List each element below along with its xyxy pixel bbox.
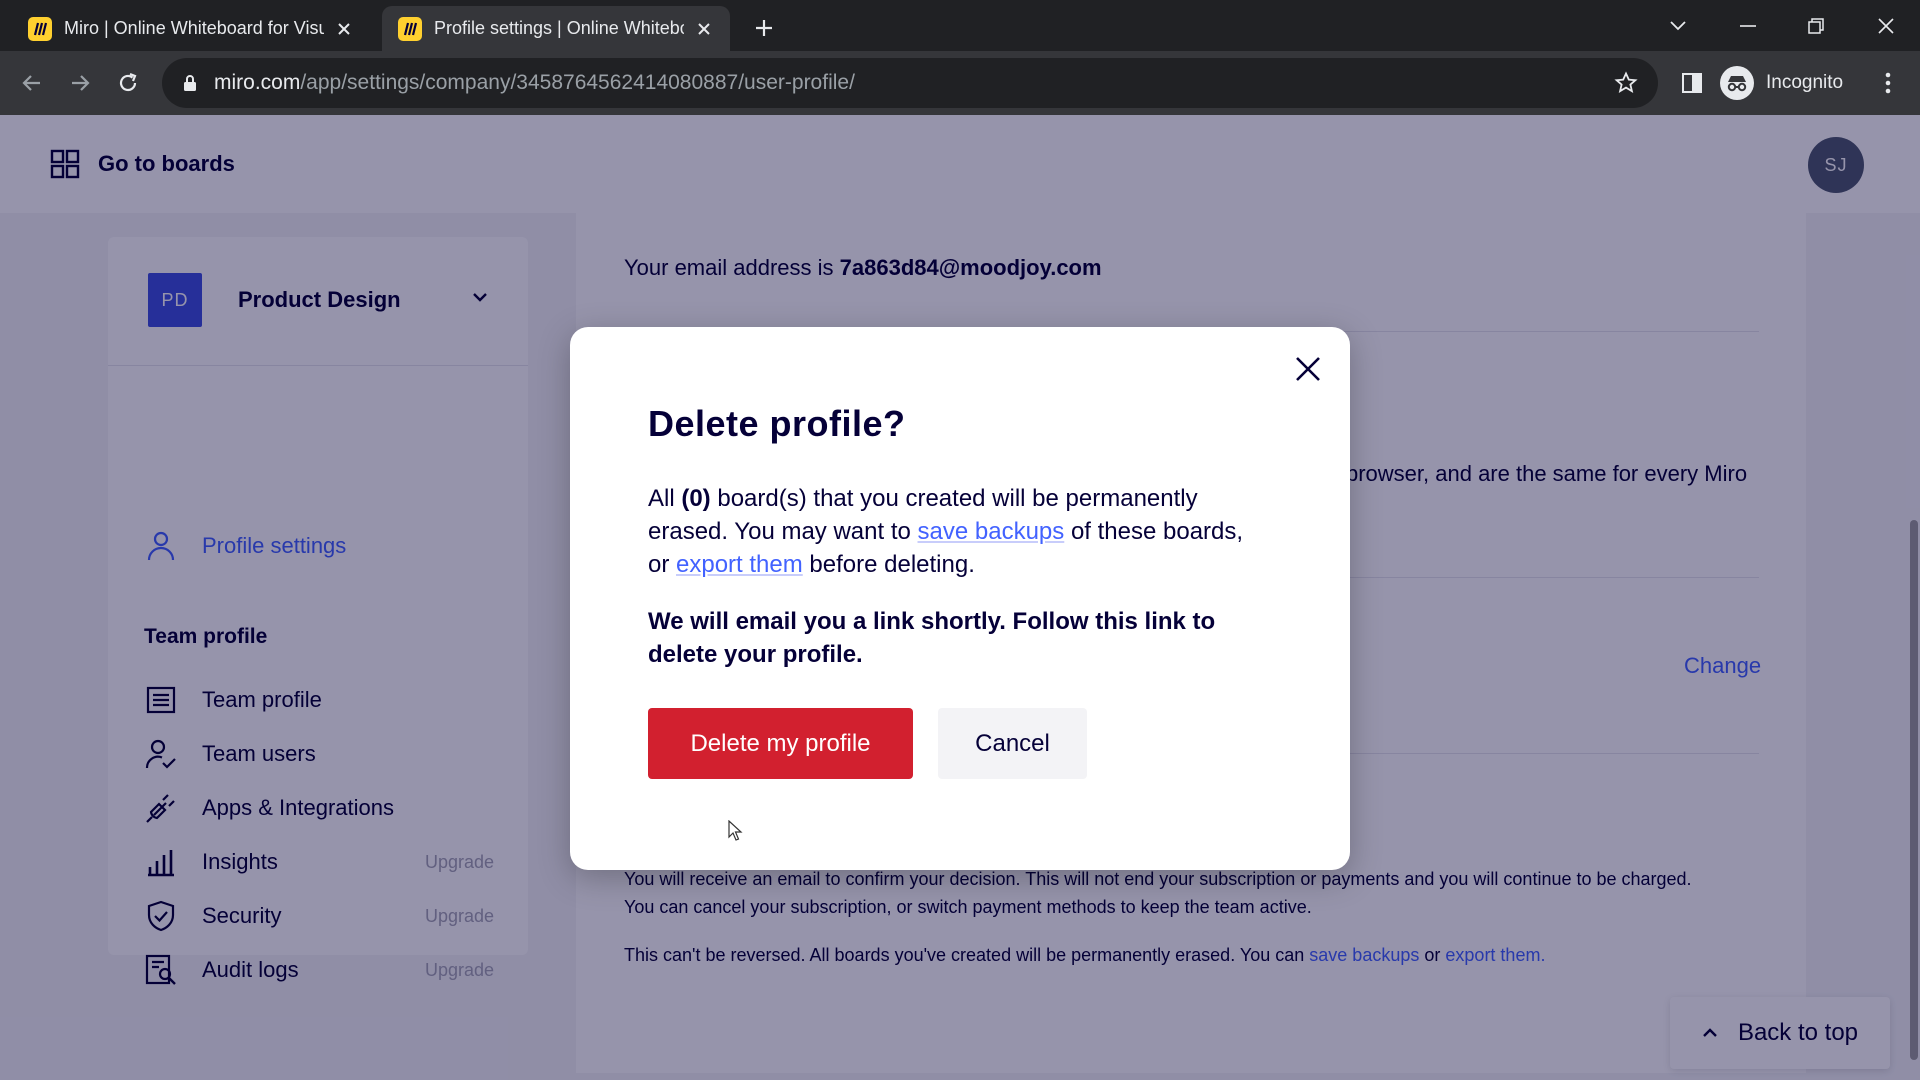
close-window-icon[interactable] — [1866, 8, 1906, 44]
url-path: /app/settings/company/345876456241408088… — [300, 71, 855, 94]
dialog-title: Delete profile? — [648, 403, 906, 444]
miro-logo-icon — [28, 16, 52, 41]
mouse-cursor-icon — [728, 820, 743, 841]
tab-search-icon[interactable] — [1658, 8, 1698, 44]
reload-icon[interactable] — [110, 65, 146, 101]
restore-icon[interactable] — [1796, 8, 1836, 44]
back-arrow-icon[interactable] — [14, 65, 50, 101]
board-count: (0) — [681, 485, 711, 512]
address-bar[interactable]: miro.com/app/settings/company/3458764562… — [162, 58, 1658, 108]
delete-my-profile-button[interactable]: Delete my profile — [648, 708, 913, 779]
side-panel-icon[interactable] — [1674, 65, 1710, 101]
dialog-notice: We will email you a link shortly. Follow… — [648, 608, 1216, 668]
close-tab-icon[interactable] — [332, 17, 356, 41]
minimize-icon[interactable] — [1728, 8, 1768, 44]
url-text: miro.com/app/settings/company/3458764562… — [214, 71, 855, 95]
url-host: miro.com — [214, 71, 301, 94]
browser-toolbar: miro.com/app/settings/company/3458764562… — [0, 51, 1920, 115]
forward-arrow-icon[interactable] — [62, 65, 98, 101]
delete-profile-dialog: Delete profile? All (0) board(s) that yo… — [570, 327, 1350, 870]
dialog-body-text: before deleting. — [809, 551, 975, 578]
bookmark-star-icon[interactable] — [1614, 71, 1638, 95]
browser-tab-miro[interactable]: Miro | Online Whiteboard for Visual Coll… — [12, 6, 370, 51]
save-backups-link[interactable]: save backups — [918, 518, 1065, 545]
tab-title: Miro | Online Whiteboard for Visual Coll… — [64, 18, 324, 38]
browser-menu-icon[interactable] — [1870, 65, 1906, 101]
miro-logo-icon — [398, 16, 422, 41]
browser-tab-bar: Miro | Online Whiteboard for Visual Coll… — [0, 0, 1920, 51]
incognito-icon — [1720, 66, 1754, 100]
close-tab-icon[interactable] — [692, 17, 716, 41]
cancel-button[interactable]: Cancel — [938, 708, 1087, 779]
incognito-profile[interactable]: Incognito — [1720, 63, 1843, 103]
browser-tab-profile-settings[interactable]: Profile settings | Online Whiteboard for… — [382, 6, 730, 51]
dialog-body: All (0) board(s) that you created will b… — [648, 482, 1268, 581]
lock-icon — [180, 73, 200, 93]
export-them-link[interactable]: export them — [676, 551, 803, 578]
tab-title: Profile settings | Online Whiteboard for… — [434, 18, 684, 38]
close-icon[interactable] — [1286, 347, 1330, 391]
incognito-label: Incognito — [1766, 72, 1844, 93]
dialog-body-text: All — [648, 485, 675, 512]
new-tab-icon[interactable] — [748, 12, 780, 44]
